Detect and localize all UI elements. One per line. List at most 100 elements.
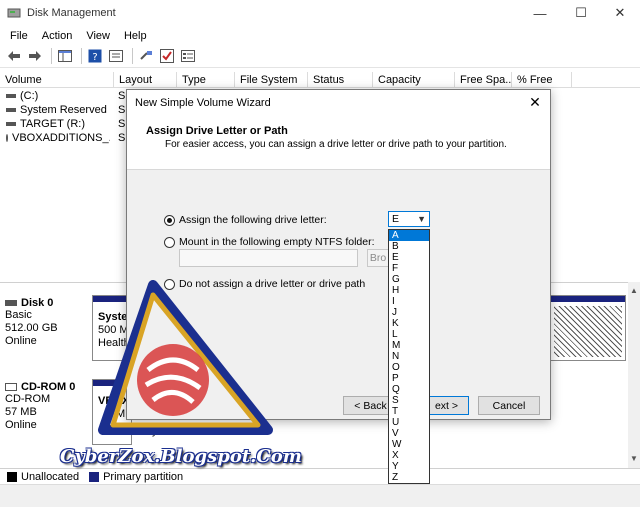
toolbar-separator	[132, 48, 133, 64]
properties-list-icon[interactable]	[107, 47, 125, 65]
disk-type: CD-ROM	[5, 393, 51, 405]
hard-disk-icon	[5, 300, 17, 306]
drive-letter-option[interactable]: P	[389, 373, 429, 384]
check-icon[interactable]	[158, 47, 176, 65]
volume-name: System Reserved	[20, 104, 107, 116]
radio-selected[interactable]	[164, 214, 175, 226]
browse-button[interactable]: Bro	[367, 249, 389, 267]
settings-list-icon[interactable]	[179, 47, 197, 65]
wizard-page-header: Assign Drive Letter or Path For easier a…	[127, 116, 550, 170]
drive-letter-option[interactable]: M	[389, 340, 429, 351]
drive-letter-option[interactable]: J	[389, 307, 429, 318]
column-capacity[interactable]: Capacity	[373, 72, 455, 88]
mount-folder-option[interactable]: Mount in the following empty NTFS folder…	[164, 236, 375, 248]
partition-selected-unallocated[interactable]	[550, 295, 626, 361]
primary-partition-swatch	[89, 471, 100, 482]
option-label: Mount in the following empty NTFS folder…	[179, 236, 375, 248]
drive-letter-option[interactable]: Y	[389, 461, 429, 472]
wizard-subheading: For easier access, you can assign a driv…	[165, 139, 507, 150]
volume-name: (C:)	[20, 90, 39, 102]
drive-letter-option[interactable]: I	[389, 296, 429, 307]
drive-letter-option[interactable]: T	[389, 406, 429, 417]
volume-list-header: Volume Layout Type File System Status Ca…	[0, 72, 640, 88]
close-button[interactable]: ✕	[600, 0, 640, 26]
menu-view[interactable]: View	[86, 30, 110, 42]
toolbar: ?	[0, 45, 640, 68]
drive-letter-option[interactable]: Q	[389, 384, 429, 395]
drive-letter-dropdown-list[interactable]: ABEFGHIJKLMNOPQSTUVWXYZ	[388, 229, 430, 484]
watermark-logo-icon	[98, 280, 273, 435]
cd-drive-icon	[6, 134, 8, 142]
title-bar: Disk Management — ☐ ✕	[0, 0, 640, 26]
drive-letter-option[interactable]: U	[389, 417, 429, 428]
drive-letter-option[interactable]: H	[389, 285, 429, 296]
column-volume[interactable]: Volume	[0, 72, 114, 88]
disk-size: 57 MB	[5, 406, 37, 418]
drive-letter-option[interactable]: N	[389, 351, 429, 362]
disk-0-label[interactable]: Disk 0 Basic 512.00 GB Online	[5, 297, 90, 348]
legend-unallocated: Unallocated	[21, 470, 80, 483]
assign-letter-option[interactable]: Assign the following drive letter:	[164, 214, 327, 226]
watermark-text: CyberZox.Blogspot.Com	[60, 446, 302, 467]
column-file-system[interactable]: File System	[235, 72, 308, 88]
drive-letter-combobox[interactable]: E ▼	[388, 211, 430, 227]
cd-drive-icon	[5, 383, 17, 391]
folder-path-input[interactable]	[179, 249, 358, 267]
drive-letter-option[interactable]: K	[389, 318, 429, 329]
disk-status: Online	[5, 419, 37, 431]
column-type[interactable]: Type	[177, 72, 235, 88]
disk-status: Online	[5, 335, 37, 347]
drive-letter-option[interactable]: Z	[389, 472, 429, 483]
legend-bar: Unallocated Primary partition	[0, 468, 640, 484]
cancel-button[interactable]: Cancel	[478, 396, 540, 415]
console-tree-icon[interactable]	[56, 47, 74, 65]
column-status[interactable]: Status	[308, 72, 373, 88]
drive-letter-option[interactable]: S	[389, 395, 429, 406]
volume-name: TARGET (R:)	[20, 118, 85, 130]
window-title: Disk Management	[27, 7, 116, 19]
disk-title: Disk 0	[21, 297, 54, 309]
connect-icon[interactable]	[137, 47, 155, 65]
volume-icon	[6, 122, 16, 126]
toolbar-separator	[51, 48, 52, 64]
lower-pane-scrollbar[interactable]: ▲ ▼	[628, 282, 640, 468]
forward-arrow-icon[interactable]	[26, 47, 44, 65]
volume-name: VBOXADDITIONS_...	[12, 132, 110, 144]
drive-letter-value: E	[392, 213, 400, 225]
column-percent-free[interactable]: % Free	[512, 72, 572, 88]
volume-icon	[6, 108, 16, 112]
disk-management-app-icon	[7, 8, 21, 18]
next-button[interactable]: ext >	[424, 396, 469, 415]
option-label: Assign the following drive letter:	[179, 214, 327, 226]
help-icon[interactable]: ?	[86, 47, 104, 65]
drive-letter-option[interactable]: A	[389, 230, 429, 241]
dialog-title-bar: New Simple Volume Wizard ✕	[127, 90, 550, 116]
minimize-button[interactable]: —	[520, 0, 560, 26]
dialog-title: New Simple Volume Wizard	[135, 97, 271, 109]
menu-action[interactable]: Action	[42, 30, 73, 42]
column-free-space[interactable]: Free Spa...	[455, 72, 512, 88]
drive-letter-option[interactable]: O	[389, 362, 429, 373]
svg-text:?: ?	[92, 52, 97, 63]
maximize-button[interactable]: ☐	[561, 0, 601, 26]
drive-letter-option[interactable]: L	[389, 329, 429, 340]
menu-bar: File Action View Help	[0, 26, 640, 45]
drive-letter-option[interactable]: F	[389, 263, 429, 274]
drive-letter-option[interactable]: E	[389, 252, 429, 263]
menu-file[interactable]: File	[10, 30, 28, 42]
volume-icon	[6, 94, 16, 98]
column-layout[interactable]: Layout	[114, 72, 177, 88]
toolbar-separator	[81, 48, 82, 64]
back-arrow-icon[interactable]	[5, 47, 23, 65]
chevron-down-icon: ▼	[417, 214, 426, 224]
drive-letter-option[interactable]: B	[389, 241, 429, 252]
drive-letter-option[interactable]: G	[389, 274, 429, 285]
cd-rom-0-label[interactable]: CD-ROM 0 CD-ROM 57 MB Online	[5, 381, 90, 432]
menu-help[interactable]: Help	[124, 30, 147, 42]
drive-letter-option[interactable]: V	[389, 428, 429, 439]
radio-unselected[interactable]	[164, 236, 175, 248]
dialog-close-button[interactable]: ✕	[525, 94, 545, 112]
disk-type: Basic	[5, 309, 32, 321]
drive-letter-option[interactable]: W	[389, 439, 429, 450]
drive-letter-option[interactable]: X	[389, 450, 429, 461]
